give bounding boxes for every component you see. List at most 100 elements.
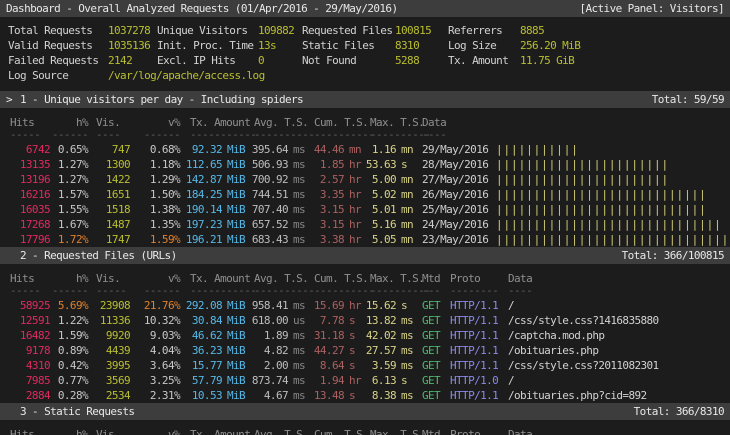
table-row[interactable]: 9178 0.89% 4439 4.04% 36.23 MiB 4.82 ms … xyxy=(6,343,730,358)
protocol-cell: HTTP/1.1 xyxy=(450,388,500,403)
table-row[interactable]: 12591 1.22% 11336 10.32% 30.84 MiB 618.0… xyxy=(6,313,730,328)
avg-ts-unit: ms xyxy=(288,388,306,403)
visitors-cell: 3995 xyxy=(88,358,130,373)
visitors-cell: 1422 xyxy=(88,172,130,187)
table-row[interactable]: 4310 0.42% 3995 3.64% 15.77 MiB 2.00 ms … xyxy=(6,358,730,373)
table-row[interactable]: 6742 0.65% 747 0.68% 92.32 MiB 395.64 ms… xyxy=(6,142,730,157)
vis-pct-cell: 10.32% xyxy=(130,313,180,328)
cum-ts-cell: 8.64 xyxy=(306,358,344,373)
cum-ts-cell: 1.94 xyxy=(306,373,344,388)
avg-ts-cell: 1.89 xyxy=(246,328,288,343)
protocol-cell: HTTP/1.1 xyxy=(450,358,500,373)
hits-bar-chart: |||||||||||||||||||||||||||| xyxy=(488,187,730,202)
method-cell: GET xyxy=(422,298,444,313)
hits-bar-chart: ||||||||||||||||||||||| xyxy=(488,157,730,172)
vis-pct-cell: 1.29% xyxy=(130,172,180,187)
col-vis: Vis. xyxy=(88,427,130,435)
panel-title: 1 - Unique visitors per day - Including … xyxy=(20,92,303,107)
avg-ts-cell: 683.43 xyxy=(246,232,288,247)
url-cell: / xyxy=(500,373,730,388)
cum-ts-unit: hr xyxy=(344,373,362,388)
tx-amount-cell: 10.53 xyxy=(180,388,222,403)
avg-ts-unit: ms xyxy=(288,343,306,358)
overall-summary: Total Requests 1037278 Unique Visitors 1… xyxy=(0,17,730,91)
hits-pct-cell: 5.69% xyxy=(50,298,88,313)
summary-value: 11.75 GiB xyxy=(520,53,730,68)
visitors-cell: 1518 xyxy=(88,202,130,217)
avg-ts-cell: 4.67 xyxy=(246,388,288,403)
avg-ts-cell: 700.92 xyxy=(246,172,288,187)
table-row[interactable]: 17268 1.67% 1487 1.35% 197.23 MiB 657.52… xyxy=(6,217,730,232)
protocol-cell: HTTP/1.0 xyxy=(450,373,500,388)
tx-unit: MiB xyxy=(222,343,246,358)
method-cell: GET xyxy=(422,313,444,328)
hits-cell: 9178 xyxy=(6,343,50,358)
hits-bar-chart: ||||||||||| xyxy=(488,142,730,157)
table-row[interactable]: 2884 0.28% 2534 2.31% 10.53 MiB 4.67 ms … xyxy=(6,388,730,403)
vis-pct-cell: 1.59% xyxy=(130,232,180,247)
table-row[interactable]: 16216 1.57% 1651 1.50% 184.25 MiB 744.51… xyxy=(6,187,730,202)
protocol-cell: HTTP/1.1 xyxy=(450,343,500,358)
tx-amount-cell: 112.65 xyxy=(180,157,222,172)
url-cell: /css/style.css?2011082301 xyxy=(500,358,730,373)
summary-value: 256.20 MiB xyxy=(520,38,730,53)
hits-cell: 6742 xyxy=(6,142,50,157)
url-cell: /obituaries.php?cid=892 xyxy=(500,388,730,403)
tx-amount-cell: 292.08 xyxy=(180,298,222,313)
tx-amount-cell: 36.23 xyxy=(180,343,222,358)
protocol-cell: HTTP/1.1 xyxy=(450,298,500,313)
visitors-cell: 1747 xyxy=(88,232,130,247)
url-cell: /obituaries.php xyxy=(500,343,730,358)
visitors-cell: 1651 xyxy=(88,187,130,202)
summary-label: Excl. IP Hits xyxy=(157,53,258,68)
vis-pct-cell: 1.18% xyxy=(130,157,180,172)
tx-unit: MiB xyxy=(222,187,246,202)
max-ts-unit: s xyxy=(396,373,414,388)
visitors-cell: 1300 xyxy=(88,157,130,172)
cum-ts-unit: hr xyxy=(344,172,362,187)
max-ts-cell: 5.02 xyxy=(362,187,396,202)
cum-ts-unit: s xyxy=(344,313,362,328)
visitors-header-rule: ----- ------ ---- ------ ----------- ---… xyxy=(6,130,730,142)
avg-ts-cell: 618.00 xyxy=(246,313,288,328)
tx-amount-cell: 46.62 xyxy=(180,328,222,343)
avg-ts-unit: ms xyxy=(288,202,306,217)
panel-header-requests[interactable]: 2 - Requested Files (URLs) Total: 366/10… xyxy=(0,247,730,264)
summary-value: 1037278 xyxy=(108,23,157,38)
hits-pct-cell: 1.72% xyxy=(50,232,88,247)
max-ts-unit: ms xyxy=(396,343,414,358)
tx-unit: MiB xyxy=(222,298,246,313)
table-row[interactable]: 13135 1.27% 1300 1.18% 112.65 MiB 506.93… xyxy=(6,157,730,172)
table-row[interactable]: 17796 1.72% 1747 1.59% 196.21 MiB 683.43… xyxy=(6,232,730,247)
panel-title: 3 - Static Requests xyxy=(20,404,134,419)
max-ts-unit: mn xyxy=(396,187,414,202)
avg-ts-cell: 657.52 xyxy=(246,217,288,232)
max-ts-unit: ms xyxy=(396,328,414,343)
active-panel-marker: > xyxy=(6,92,20,107)
max-ts-unit: mn xyxy=(396,217,414,232)
table-row[interactable]: 16482 1.59% 9920 9.03% 46.62 MiB 1.89 ms… xyxy=(6,328,730,343)
vis-pct-cell: 21.76% xyxy=(130,298,180,313)
table-row[interactable]: 16035 1.55% 1518 1.38% 190.14 MiB 707.40… xyxy=(6,202,730,217)
tx-amount-cell: 197.23 xyxy=(180,217,222,232)
panel-header-static[interactable]: 3 - Static Requests Total: 366/8310 xyxy=(0,403,730,420)
url-cell: /css/style.css?1416835880 xyxy=(500,313,730,328)
date-cell: 26/May/2016 xyxy=(414,187,488,202)
summary-row: Failed Requests 2142 Excl. IP Hits 0 Not… xyxy=(8,53,730,68)
cum-ts-cell: 3.15 xyxy=(306,202,344,217)
tx-amount-cell: 57.79 xyxy=(180,373,222,388)
cum-ts-unit: s xyxy=(344,358,362,373)
table-row[interactable]: 13196 1.27% 1422 1.29% 142.87 MiB 700.92… xyxy=(6,172,730,187)
cum-ts-cell: 2.57 xyxy=(306,172,344,187)
table-row[interactable]: 58925 5.69% 23908 21.76% 292.08 MiB 958.… xyxy=(6,298,730,313)
visitors-cell: 11336 xyxy=(88,313,130,328)
panel-header-visitors[interactable]: > 1 - Unique visitors per day - Includin… xyxy=(0,91,730,108)
hits-pct-cell: 0.28% xyxy=(50,388,88,403)
hits-cell: 17268 xyxy=(6,217,50,232)
hits-pct-cell: 1.22% xyxy=(50,313,88,328)
table-row[interactable]: 7985 0.77% 3569 3.25% 57.79 MiB 873.74 m… xyxy=(6,373,730,388)
cum-ts-unit: hr xyxy=(344,298,362,313)
static-table: Hits h% Vis. v% Tx. Amount Avg. T.S. Cum… xyxy=(0,420,730,435)
hits-cell: 16216 xyxy=(6,187,50,202)
date-cell: 25/May/2016 xyxy=(414,202,488,217)
